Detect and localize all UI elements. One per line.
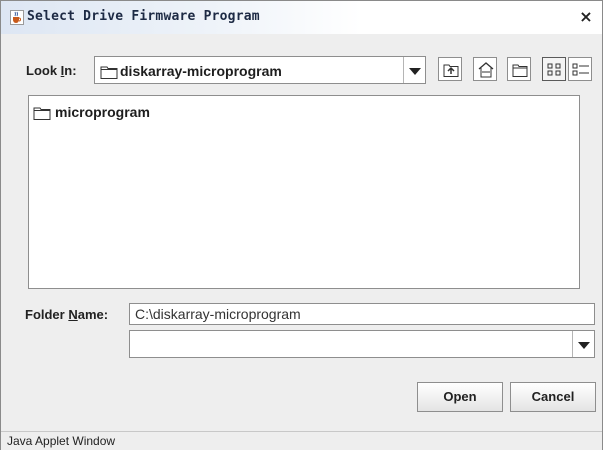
file-chooser-dialog: Select Drive Firmware Program × Look In:… (0, 0, 603, 450)
close-button[interactable]: × (577, 8, 595, 26)
look-in-label-part: Look (26, 63, 61, 78)
chevron-down-icon (578, 342, 590, 349)
status-bar: Java Applet Window (1, 431, 602, 450)
file-list[interactable]: microprogram (28, 95, 580, 289)
look-in-combobox[interactable]: diskarray-microprogram (94, 56, 426, 84)
details-view-button[interactable] (568, 57, 592, 81)
folder-name-mnemonic: N (68, 307, 78, 322)
look-in-dropdown-button[interactable] (403, 57, 425, 83)
open-button[interactable]: Open (417, 382, 503, 412)
file-type-combobox[interactable] (129, 330, 595, 358)
list-view-button[interactable] (542, 57, 566, 81)
look-in-label: Look In: (26, 63, 77, 78)
file-type-dropdown-button[interactable] (572, 331, 594, 357)
home-button[interactable] (473, 57, 497, 81)
folder-name-label: Folder Name: (25, 307, 108, 322)
list-item-label: microprogram (55, 104, 150, 120)
title-bar[interactable]: Select Drive Firmware Program × (1, 1, 602, 34)
up-one-level-button[interactable] (438, 57, 462, 81)
new-folder-button[interactable] (507, 57, 531, 81)
home-icon (478, 62, 494, 78)
list-view-icon (547, 63, 561, 76)
new-folder-icon (512, 64, 528, 77)
window-title: Select Drive Firmware Program (27, 9, 260, 24)
chevron-down-icon (409, 68, 421, 75)
folder-name-field[interactable] (129, 303, 595, 325)
status-text: Java Applet Window (7, 434, 116, 448)
look-in-label-part: n: (64, 63, 77, 78)
folder-icon (33, 107, 51, 120)
folder-up-icon (443, 64, 459, 77)
folder-name-label-part: Folder (25, 307, 69, 322)
java-cup-icon (10, 10, 24, 25)
cancel-button[interactable]: Cancel (510, 382, 596, 412)
look-in-selected-value: diskarray-microprogram (120, 63, 282, 79)
details-view-icon (572, 63, 589, 76)
folder-icon (100, 65, 118, 84)
folder-name-input[interactable] (130, 304, 594, 324)
folder-name-label-part: ame: (77, 307, 109, 322)
